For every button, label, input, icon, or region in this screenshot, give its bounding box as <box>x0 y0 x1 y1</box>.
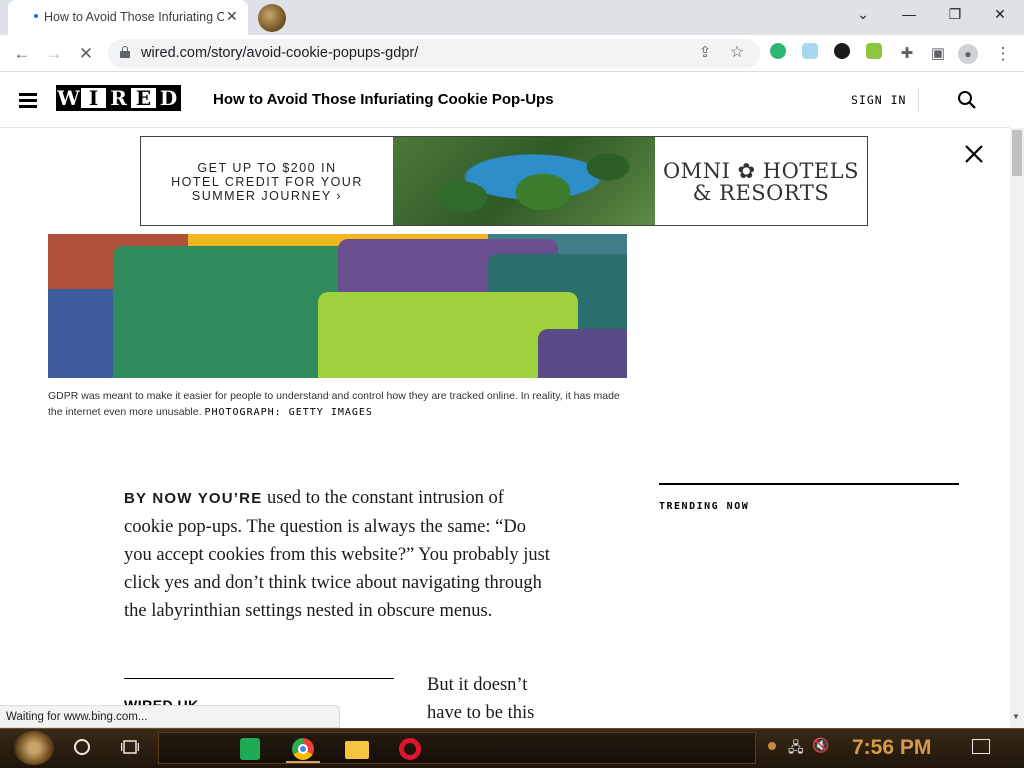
volume-muted-icon[interactable]: 🔇 <box>812 737 829 754</box>
logo-letter: R <box>106 85 131 111</box>
window-close-button[interactable]: ✕ <box>985 6 1015 23</box>
photo-credit: PHOTOGRAPH: GETTY IMAGES <box>204 407 373 418</box>
file-explorer-icon[interactable] <box>345 741 369 759</box>
browser-tab-active[interactable]: How to Avoid Those Infuriating Cookie Po… <box>8 0 248 35</box>
back-arrow-icon[interactable]: ← <box>11 43 33 65</box>
extension-grammarly-icon[interactable] <box>770 43 786 59</box>
bookmark-star-icon[interactable]: ☆ <box>726 42 748 64</box>
ad-brand-line: & RESORTS <box>692 181 830 205</box>
forward-arrow-icon[interactable]: → <box>43 43 65 65</box>
task-view-icon[interactable] <box>121 739 139 755</box>
logo-letter: E <box>131 85 156 111</box>
ad-banner[interactable]: GET UP TO $200 IN HOTEL CREDIT FOR YOUR … <box>140 136 868 226</box>
browser-toolbar: ← → ✕ wired.com/story/avoid-cookie-popup… <box>0 35 1024 72</box>
url-text[interactable]: wired.com/story/avoid-cookie-popups-gdpr… <box>141 45 418 61</box>
address-bar[interactable]: wired.com/story/avoid-cookie-popups-gdpr… <box>108 39 760 68</box>
article-paragraph: used to the constant intrusion of cookie… <box>124 488 550 621</box>
side-panel-icon[interactable]: ▣ <box>927 43 949 65</box>
active-app-indicator <box>286 761 320 763</box>
lock-icon[interactable] <box>120 46 130 58</box>
tray-app-icon[interactable] <box>768 742 776 750</box>
extension-green-icon[interactable] <box>866 43 882 59</box>
tab-title: How to Avoid Those Infuriating Cookie Po… <box>44 10 224 24</box>
logo-letter: D <box>156 85 181 111</box>
trending-now-label: TRENDING NOW <box>659 501 750 512</box>
logo-letter: W <box>56 85 81 111</box>
related-divider <box>124 678 394 679</box>
ad-copy[interactable]: GET UP TO $200 IN HOTEL CREDIT FOR YOUR … <box>141 137 393 225</box>
article-hero-image <box>48 234 627 378</box>
scroll-down-arrow-icon[interactable]: ▼ <box>1012 712 1020 721</box>
browser-tabstrip: How to Avoid Those Infuriating Cookie Po… <box>0 0 1024 35</box>
hamburger-menu-icon[interactable] <box>19 93 37 108</box>
opera-app-icon[interactable] <box>399 738 421 760</box>
ad-copy-line: SUMMER JOURNEY › <box>191 189 343 203</box>
stop-loading-icon[interactable]: ✕ <box>75 43 97 65</box>
scrollbar-thumb[interactable] <box>1012 130 1022 176</box>
extensions-puzzle-icon[interactable]: ✚ <box>896 43 918 65</box>
wired-logo[interactable]: W I R E D <box>56 85 181 111</box>
article-paragraph-continued: But it doesn’t have to be this <box>427 675 535 723</box>
extension-shield-icon[interactable] <box>802 43 818 59</box>
browser-status-bubble: Waiting for www.bing.com... <box>0 705 340 728</box>
trending-divider <box>659 483 959 485</box>
site-header: W I R E D How to Avoid Those Infuriating… <box>0 72 1010 128</box>
header-divider <box>918 88 919 112</box>
restore-button[interactable]: ❐ <box>940 6 970 23</box>
page-scrollbar[interactable] <box>1010 128 1024 728</box>
ad-brand-line: OMNI ✿ HOTELS <box>662 159 860 183</box>
taskbar-clock[interactable]: 7:56 PM <box>852 736 931 760</box>
article-body: BY NOW YOU’RE used to the constant intru… <box>124 484 554 625</box>
search-icon[interactable] <box>957 90 977 110</box>
ad-close-icon[interactable] <box>962 142 986 166</box>
ad-copy-line: HOTEL CREDIT FOR YOUR <box>171 175 363 189</box>
ad-brand-logo[interactable]: OMNI ✿ HOTELS & RESORTS <box>655 137 867 225</box>
notification-center-icon[interactable] <box>972 739 990 754</box>
network-icon[interactable]: 🖧 <box>788 737 804 761</box>
profile-avatar-icon[interactable]: ● <box>958 44 978 64</box>
header-article-title: How to Avoid Those Infuriating Cookie Po… <box>213 91 554 108</box>
article-lede-caps: BY NOW YOU’RE <box>124 490 263 507</box>
sign-in-link[interactable]: SIGN IN <box>851 93 906 107</box>
chrome-app-icon-center <box>298 744 308 754</box>
hero-caption: GDPR was meant to make it easier for peo… <box>48 388 633 421</box>
tab-search-button[interactable]: ⌄ <box>848 6 878 23</box>
start-button-icon[interactable] <box>14 731 54 765</box>
sheets-app-icon[interactable] <box>240 738 260 760</box>
ad-copy-line: GET UP TO $200 IN <box>197 161 337 175</box>
cortana-search-icon[interactable] <box>74 739 90 755</box>
share-icon[interactable]: ⇪ <box>694 42 716 64</box>
minimize-button[interactable]: — <box>894 6 924 22</box>
tab-loading-icon <box>34 14 38 18</box>
status-text: Waiting for www.bing.com... <box>6 711 148 723</box>
tab-close-icon[interactable]: ✕ <box>226 8 238 25</box>
chrome-menu-icon[interactable]: ⋮ <box>992 43 1014 65</box>
extension-dark-icon[interactable] <box>834 43 850 59</box>
logo-letter: I <box>81 85 106 111</box>
profile-tab-icon[interactable] <box>258 4 286 32</box>
ad-resort-image[interactable] <box>393 137 655 225</box>
